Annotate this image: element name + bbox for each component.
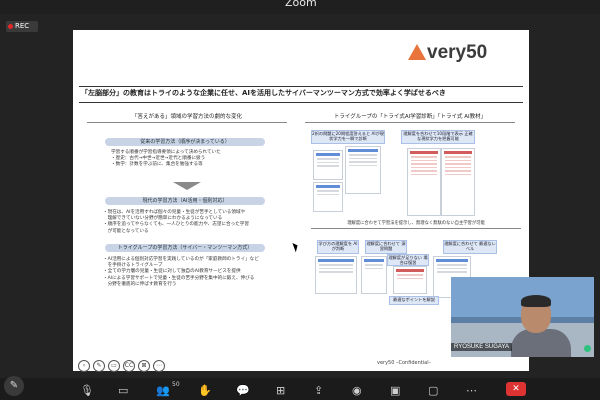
captions-button[interactable]: CC [123,360,135,372]
participants-icon[interactable]: 👥 [156,384,170,397]
caption-rule [311,228,521,229]
right-heading: トライグループの「トライ式AI学習診断」「トライ式 AI教材」 [333,114,487,120]
more-options-button[interactable]: ⋯ [153,360,165,372]
title-divider [79,102,523,103]
old-method-label: 従来の学習方法（順序が決まっている） [105,138,265,146]
previous-slide-button[interactable]: ‹ [78,360,90,372]
share-screen-icon[interactable]: ⇪ [314,384,323,397]
middle-caption: 理解度に合わせて学習法を提示し、無理なく無駄のない自主学習が可能 [347,221,485,226]
try-method-label: トライグループの学習方法（サイバー・マンツーマン方式） [105,244,265,252]
chat-icon[interactable]: 💬 [236,384,250,397]
review-callout: 理解度が足りない 場合は復習 [387,254,429,266]
old-method-bullets: 学習する順番が学習指導要領によって決められていた ・歴史：古代→中世→近世→近代… [111,150,221,169]
reactions-icon[interactable]: ✋ [198,384,212,397]
current-method-label: 現代の学習方法（AI活用・個別対応） [105,197,265,205]
company-logo: very50 [427,42,488,63]
apps-icon[interactable]: ⊞ [276,384,285,397]
mic-active-icon [584,345,591,352]
phone-screenshot [345,146,381,194]
participant-video[interactable]: RYOSUKE SUGAYA [451,277,594,357]
report-screenshot [407,148,441,216]
edit-pen-icon[interactable]: ✎ [4,376,24,396]
slide-title: 「左脳部分」の教育はトライのような企業に任せ、AIを活用したサイバーマンツーマン… [81,89,446,97]
try-method-bullets: ・AI活用による個別対応学習を実践しているのが「家庭教師のトライ」など を手掛け… [103,257,259,288]
record-dot-icon [8,23,13,29]
explain-callout: 最適なポイントを解説 [389,296,439,305]
exercise-callout: 理解度に合わせて 演習問題 [365,240,407,254]
bullet-line: ・順序を追ってやらなくても、一人ひとりの能力や、志望に合った学習 [103,222,249,228]
phone-screenshot [361,256,387,294]
participants-count: 50 [172,381,180,388]
app-screenshot [313,182,343,212]
title-divider [79,86,523,87]
camera-icon[interactable]: ▭ [118,384,128,397]
bullet-line: ・AIによる学習サポートで児童・生徒の苦手分野を集中的に鍛え、伸びる [103,275,255,281]
level-fit-callout: 理解度に合わせて 最適なレベル [443,240,497,254]
review-screenshot [393,266,427,294]
whiteboard-icon[interactable]: ▢ [428,384,438,397]
recording-label: REC [15,22,30,30]
annotate-pen-button[interactable]: ✎ [93,360,105,372]
bullet-line: ・数学：計数を学ぶ前に、集合を勉強する等 [111,162,203,168]
leave-meeting-icon[interactable]: ✕ [506,382,526,396]
participant-hair [521,295,551,307]
current-method-bullets: ・現在は、AIを活用すれば個々の児童・生徒が苦手としている領域や 理解できていな… [103,210,249,235]
report-screenshot [441,148,475,216]
mic-icon[interactable]: 🎙 [80,384,94,397]
down-arrow-icon [173,182,201,190]
meeting-title: Zoom [285,0,317,9]
method-callout: 学び方の理解度を AIが判断 [317,240,359,254]
lesson-screenshot [315,256,357,294]
screen-button[interactable]: ▭ [108,360,120,372]
bullet-line: 分野を徹底的に伸ばす教育を行う [103,281,177,287]
bullet-line: が可能となっている [103,228,149,234]
participant-name: RYOSUKE SUGAYA [451,343,513,351]
confidential-footer: very50 –Confidential– [377,360,432,366]
captions-icon[interactable]: ▣ [390,384,400,397]
diagnosis-callout: 2択の問題に20問程度答えると AIが現状学力を一瞬で診断 [311,130,385,144]
more-icon[interactable]: ⋯ [466,384,477,397]
record-icon[interactable]: ◉ [352,384,362,397]
participant-body [511,329,571,357]
heading-rule [87,122,287,123]
bullet-line: ・全ての学力層の児童・生徒に対して独自のAI教育サービスを提供 [103,269,241,275]
slide-controls: ‹ ✎ ▭ CC ⊠ ⋯ [78,352,168,372]
level-callout: 理解度を合わせて10段階で表示 正確な現状学力を把握可能 [401,130,475,144]
close-share-button[interactable]: ⊠ [138,360,150,372]
recording-badge: REC [6,21,38,32]
logo-triangle-icon [408,44,426,60]
heading-rule [305,122,515,123]
app-screenshot [313,150,343,180]
left-heading: 「答えがある」領域の学習方法の劇的な変化 [131,114,242,120]
